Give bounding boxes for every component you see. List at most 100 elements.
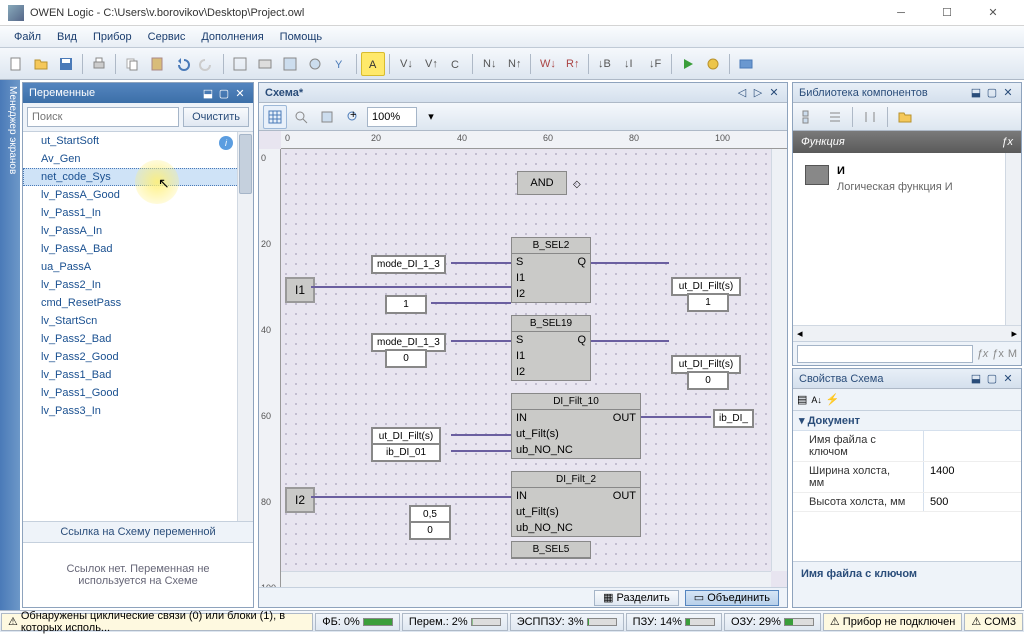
zoom-input[interactable] <box>367 107 417 127</box>
variable-item[interactable]: Av_Gen <box>23 150 253 168</box>
io-ib[interactable]: ib_DI_01 <box>371 443 441 462</box>
block-bsel2[interactable]: B_SEL2 SQ I1 I2 <box>511 237 591 303</box>
menu-file[interactable]: Файл <box>6 28 49 46</box>
write-w-icon[interactable]: W↓ <box>535 52 559 76</box>
library-item-and[interactable]: И Логическая функция И <box>801 161 1013 197</box>
lib-list-icon[interactable] <box>823 105 847 129</box>
panel-max-icon[interactable]: ▢ <box>217 86 231 100</box>
block-difilt10[interactable]: DI_Filt_10 INOUT ut_Filt(s) ub_NO_NC <box>511 393 641 459</box>
menu-help[interactable]: Помощь <box>272 28 331 46</box>
paste-icon[interactable] <box>145 52 169 76</box>
m-filter-icon[interactable]: M <box>1008 348 1017 360</box>
port-i2[interactable]: I2 <box>285 487 315 513</box>
variable-item[interactable]: ua_PassA <box>23 258 253 276</box>
redo-icon[interactable] <box>195 52 219 76</box>
variable-item[interactable]: cmd_ResetPass <box>23 294 253 312</box>
read-r-icon[interactable]: R↑ <box>560 52 584 76</box>
split-button[interactable]: ▦Разделить <box>594 590 679 606</box>
lib-search-input[interactable] <box>797 345 973 363</box>
grid-icon[interactable] <box>263 105 287 129</box>
canvas-hscroll[interactable] <box>281 571 771 587</box>
fx-filter2-icon[interactable]: ƒx <box>992 348 1004 360</box>
zoomsel-icon[interactable] <box>315 105 339 129</box>
variable-item[interactable]: lv_Pass2_Good <box>23 348 253 366</box>
tab-next-icon[interactable]: ▷ <box>751 86 765 100</box>
props-close-icon[interactable]: ✕ <box>1001 372 1015 386</box>
conv-f-icon[interactable]: ↓F <box>643 52 667 76</box>
io-out2v[interactable]: 0 <box>687 371 729 390</box>
lib-vscroll[interactable] <box>1005 153 1021 325</box>
fx-filter-icon[interactable]: ƒx <box>977 348 989 360</box>
lib-sort-icon[interactable] <box>858 105 882 129</box>
variable-item[interactable]: lv_PassA_Bad <box>23 240 253 258</box>
menu-view[interactable]: Вид <box>49 28 85 46</box>
varlink-v2-icon[interactable]: V↑ <box>419 52 443 76</box>
schema-tab-title[interactable]: Схема* <box>265 87 303 99</box>
variable-item[interactable]: lv_Pass1_Bad <box>23 366 253 384</box>
run-icon[interactable] <box>676 52 700 76</box>
panel-close-icon[interactable]: ✕ <box>233 86 247 100</box>
open-icon[interactable] <box>29 52 53 76</box>
variable-item[interactable]: lv_PassA_In <box>23 222 253 240</box>
prop-group-document[interactable]: ▾ Документ <box>793 411 1021 431</box>
copy-icon[interactable] <box>120 52 144 76</box>
tool4-icon[interactable] <box>303 52 327 76</box>
screen-manager-tab[interactable]: Менеджер экранов <box>0 80 20 610</box>
prop-row-width[interactable]: Ширина холста, мм1400 <box>793 462 1021 493</box>
lib-folder-icon[interactable] <box>893 105 917 129</box>
props-max-icon[interactable]: ▢ <box>985 372 999 386</box>
block-bsel5[interactable]: B_SEL5 <box>511 541 591 559</box>
menu-addons[interactable]: Дополнения <box>193 28 271 46</box>
prop-row-filename[interactable]: Имя файла с ключом <box>793 431 1021 462</box>
zoom-dropdown-icon[interactable]: ▾ <box>419 105 443 129</box>
variable-item[interactable]: lv_Pass2_Bad <box>23 330 253 348</box>
vars-icon[interactable]: Y <box>328 52 352 76</box>
variable-item[interactable]: lv_Pass1_In <box>23 204 253 222</box>
lib-max-icon[interactable]: ▢ <box>985 86 999 100</box>
maximize-button[interactable]: ☐ <box>924 0 970 26</box>
close-button[interactable]: ✕ <box>970 0 1016 26</box>
tab-close-icon[interactable]: ✕ <box>767 86 781 100</box>
conv-i-icon[interactable]: ↓I <box>618 52 642 76</box>
netvar-n-icon[interactable]: N↓ <box>477 52 501 76</box>
variable-item[interactable]: lv_Pass2_In <box>23 276 253 294</box>
status-connection[interactable]: ⚠Прибор не подключен <box>823 613 962 631</box>
info-icon[interactable]: i <box>219 136 233 150</box>
varlink-v-icon[interactable]: V↓ <box>394 52 418 76</box>
library-body[interactable]: И Логическая функция И <box>793 153 1021 325</box>
io-mode1[interactable]: mode_DI_1_3 <box>371 255 446 274</box>
props-cat-icon[interactable]: ▤ <box>797 393 807 406</box>
status-warnings[interactable]: ⚠Обнаружены циклические связи (0) или бл… <box>1 613 313 631</box>
props-pin-icon[interactable]: ⬓ <box>969 372 983 386</box>
new-icon[interactable] <box>4 52 28 76</box>
tool1-icon[interactable] <box>228 52 252 76</box>
library-category[interactable]: Функция ƒx <box>793 131 1021 153</box>
save-icon[interactable] <box>54 52 78 76</box>
lib-tree-icon[interactable] <box>797 105 821 129</box>
block-bsel19[interactable]: B_SEL19 SQ I1 I2 <box>511 315 591 381</box>
const-icon[interactable]: C <box>444 52 468 76</box>
block-difilt2[interactable]: DI_Filt_2 INOUT ut_Filt(s) ub_NO_NC <box>511 471 641 537</box>
lib-close-icon[interactable]: ✕ <box>1001 86 1015 100</box>
io-out1v[interactable]: 1 <box>687 293 729 312</box>
variable-item[interactable]: lv_Pass3_In <box>23 402 253 420</box>
schema-canvas[interactable]: I1 I2 AND ◇ B_SEL2 SQ I1 I2 B_SEL19 SQ I… <box>281 149 771 571</box>
io-c00[interactable]: 0 <box>409 521 451 540</box>
io-c0[interactable]: 0 <box>385 349 427 368</box>
variables-list[interactable]: i ut_StartSoftAv_Gennet_code_Syslv_PassA… <box>23 132 253 521</box>
print-icon[interactable] <box>87 52 111 76</box>
tool2-icon[interactable] <box>253 52 277 76</box>
tab-prev-icon[interactable]: ◁ <box>735 86 749 100</box>
variable-item[interactable]: net_code_Sys <box>23 168 253 186</box>
menu-device[interactable]: Прибор <box>85 28 140 46</box>
lib-hscroll[interactable]: ◂▸ <box>793 325 1021 341</box>
vars-scrollbar[interactable] <box>237 132 253 521</box>
netvar-n2-icon[interactable]: N↑ <box>502 52 526 76</box>
zoom100-icon[interactable]: + <box>341 105 365 129</box>
menu-service[interactable]: Сервис <box>140 28 194 46</box>
debug-icon[interactable] <box>701 52 725 76</box>
io-outib[interactable]: ib_DI_ <box>713 409 754 428</box>
tool3-icon[interactable] <box>278 52 302 76</box>
props-sort-icon[interactable]: A↓ <box>811 395 822 405</box>
minimize-button[interactable]: ─ <box>878 0 924 26</box>
